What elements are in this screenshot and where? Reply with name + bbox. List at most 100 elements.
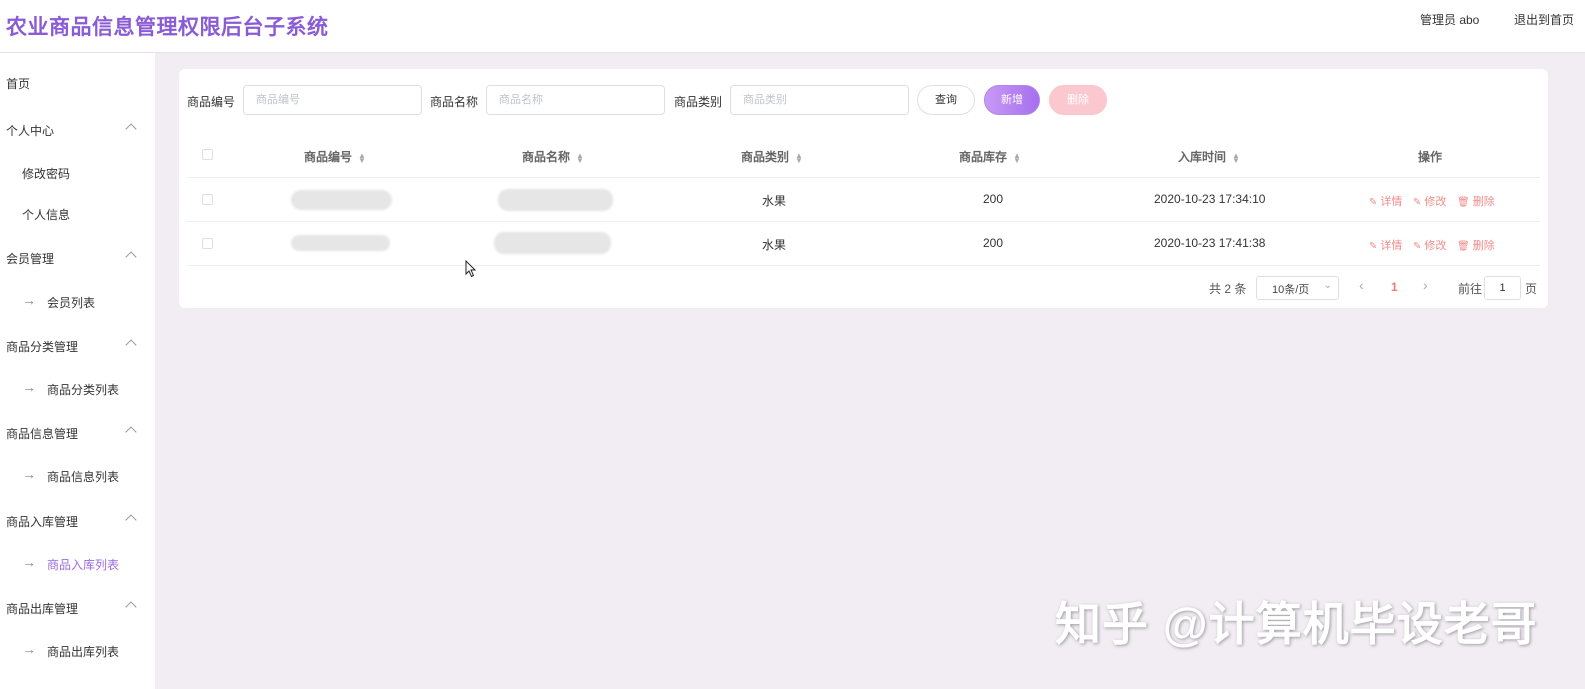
sort-icon[interactable]: ▲ ▼: [795, 151, 803, 164]
sidebar-group-label: 商品分类管理: [6, 340, 79, 354]
delete-action[interactable]: 🗑 删除: [1457, 193, 1495, 209]
column-header-time[interactable]: 入库时间 ▲ ▼: [1178, 148, 1240, 165]
sort-icon[interactable]: ▲ ▼: [358, 151, 366, 164]
sidebar-item-change-password[interactable]: 修改密码: [0, 157, 155, 187]
edit-label: 修改: [1424, 196, 1447, 208]
chevron-up-icon: [125, 123, 137, 135]
sidebar-item-stock-in-list[interactable]: → 商品入库列表: [0, 548, 155, 578]
sidebar-group-label: 会员管理: [6, 252, 55, 266]
table-header: 商品编号 ▲ ▼ 商品名称 ▲ ▼ 商品类别 ▲ ▼ 商品库存 ▲ ▼ 入库时间 ▲ ▼ 操作: [187, 133, 1540, 178]
sidebar-group-stock-in[interactable]: 商品入库管理: [0, 505, 155, 535]
next-page-button[interactable]: ›: [1423, 277, 1428, 293]
sort-icon[interactable]: ▲ ▼: [1232, 151, 1240, 164]
current-page[interactable]: 1: [1391, 280, 1398, 294]
name-search-input[interactable]: [486, 85, 665, 115]
trash-icon: 🗑: [1457, 241, 1470, 252]
chevron-up-icon: [125, 601, 137, 613]
sidebar-item-home[interactable]: 首页: [0, 67, 155, 97]
category-search-input[interactable]: [730, 85, 909, 115]
delete-label: 删除: [1472, 196, 1495, 208]
sidebar-group-stock-out[interactable]: 商品出库管理: [0, 592, 155, 622]
column-header-actions: 操作: [1418, 150, 1443, 164]
sidebar-item-personal-info[interactable]: 个人信息: [0, 198, 155, 228]
edit-label: 修改: [1424, 240, 1447, 252]
code-search-input[interactable]: [243, 85, 422, 115]
column-header-name[interactable]: 商品名称 ▲ ▼: [522, 148, 584, 165]
sidebar-group-label: 商品入库管理: [6, 515, 79, 529]
sidebar-group-members[interactable]: 会员管理: [0, 242, 155, 272]
page-size-value: 10条/页: [1272, 284, 1310, 296]
arrow-right-icon: →: [22, 379, 36, 395]
delete-button[interactable]: 删除: [1049, 85, 1107, 115]
chevron-up-icon: [125, 426, 137, 438]
column-header-stock[interactable]: 商品库存 ▲ ▼: [959, 148, 1021, 165]
time-cell: 2020-10-23 17:34:10: [1154, 192, 1266, 206]
sidebar-item-label: 会员列表: [47, 296, 96, 310]
name-search-label: 商品名称: [430, 95, 479, 109]
edit-pen-icon: ✎: [1369, 197, 1378, 208]
sidebar-group-category[interactable]: 商品分类管理: [0, 330, 155, 360]
category-cell: 水果: [762, 238, 787, 252]
sidebar-group-personal[interactable]: 个人中心: [0, 114, 155, 144]
prev-page-button[interactable]: ‹: [1359, 277, 1364, 293]
row-checkbox[interactable]: [202, 194, 213, 205]
column-header-label: 商品类别: [741, 150, 790, 164]
sidebar-item-product-info-list[interactable]: → 商品信息列表: [0, 460, 155, 490]
column-header-category[interactable]: 商品类别 ▲ ▼: [741, 148, 803, 165]
sidebar-group-label: 个人中心: [6, 124, 55, 138]
column-header-code[interactable]: 商品编号 ▲ ▼: [304, 148, 366, 165]
trash-icon: 🗑: [1457, 197, 1470, 208]
page-unit-label: 页: [1525, 282, 1538, 296]
edit-action[interactable]: ✎ 修改: [1413, 193, 1446, 209]
sidebar-item-label: 商品出库列表: [47, 645, 120, 659]
blurred-product-name: [494, 232, 611, 254]
stock-cell: 200: [983, 236, 1004, 250]
sort-icon[interactable]: ▲ ▼: [1013, 151, 1021, 164]
row-checkbox[interactable]: [202, 238, 213, 249]
chevron-down-icon: ⌄: [1323, 280, 1332, 291]
sidebar-item-category-list[interactable]: → 商品分类列表: [0, 373, 155, 403]
sidebar: 首页 个人中心 修改密码 个人信息 会员管理 → 会员列表 商品分类管理 → 商…: [0, 53, 155, 689]
watermark: 知乎 @计算机毕设老哥: [1055, 598, 1538, 650]
sidebar-item-label: 个人信息: [22, 208, 71, 222]
detail-label: 详情: [1380, 196, 1403, 208]
sidebar-item-label: 商品信息列表: [47, 470, 120, 484]
sidebar-item-member-list[interactable]: → 会员列表: [0, 286, 155, 316]
time-cell: 2020-10-23 17:41:38: [1154, 236, 1266, 250]
chevron-up-icon: [125, 514, 137, 526]
goto-page-input[interactable]: [1484, 276, 1521, 300]
total-count: 共 2 条: [1209, 282, 1247, 296]
category-cell: 水果: [762, 194, 787, 208]
edit-pen-icon: ✎: [1413, 197, 1422, 208]
detail-action[interactable]: ✎ 详情: [1369, 237, 1402, 253]
sidebar-item-label: 修改密码: [22, 167, 71, 181]
stock-cell: 200: [983, 192, 1004, 206]
select-all-checkbox[interactable]: [202, 149, 213, 160]
blurred-product-code: [291, 190, 392, 210]
app-title: 农业商品信息管理权限后台子系统: [6, 16, 329, 39]
sidebar-item-label: 首页: [6, 77, 31, 91]
query-button[interactable]: 查询: [917, 85, 975, 115]
page-size-select[interactable]: 10条/页 ⌄: [1256, 276, 1339, 300]
sidebar-item-label: 商品入库列表: [47, 558, 120, 572]
top-header: 农业商品信息管理权限后台子系统 管理员 abo 退出到首页: [0, 0, 1585, 53]
sort-icon[interactable]: ▲ ▼: [576, 151, 584, 164]
chevron-up-icon: [125, 339, 137, 351]
code-search-label: 商品编号: [187, 95, 236, 109]
sidebar-item-stock-out-list[interactable]: → 商品出库列表: [0, 635, 155, 665]
blurred-product-name: [498, 189, 613, 211]
table-row: 水果 200 2020-10-23 17:34:10 ✎ 详情 ✎ 修改 🗑 删除: [187, 178, 1540, 222]
table-row: 水果 200 2020-10-23 17:41:38 ✎ 详情 ✎ 修改 🗑 删除: [187, 222, 1540, 266]
add-button[interactable]: 新增: [984, 85, 1040, 115]
arrow-right-icon: →: [22, 554, 36, 570]
column-header-label: 商品库存: [959, 150, 1008, 164]
arrow-right-icon: →: [22, 466, 36, 482]
edit-action[interactable]: ✎ 修改: [1413, 237, 1446, 253]
delete-action[interactable]: 🗑 删除: [1457, 237, 1495, 253]
column-header-label: 商品名称: [522, 150, 571, 164]
detail-action[interactable]: ✎ 详情: [1369, 193, 1402, 209]
sidebar-group-product-info[interactable]: 商品信息管理: [0, 417, 155, 447]
exit-to-home-link[interactable]: 退出到首页: [1514, 11, 1574, 28]
goto-label: 前往: [1458, 282, 1483, 296]
sidebar-item-label: 商品分类列表: [47, 383, 120, 397]
